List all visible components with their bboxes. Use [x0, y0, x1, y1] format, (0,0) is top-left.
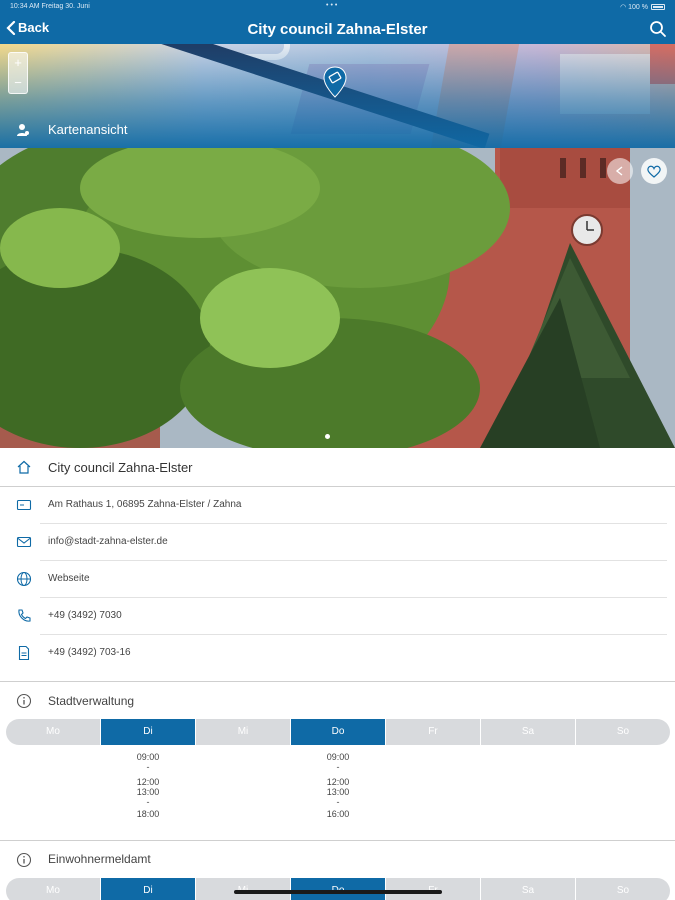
- map-pin-icon[interactable]: [322, 66, 348, 98]
- email-row[interactable]: info@stadt-zahna-elster.de: [0, 524, 675, 560]
- hours-line: -: [146, 797, 150, 807]
- day-tab-mi[interactable]: Mi: [196, 878, 291, 900]
- address-text: Am Rathaus 1, 06895 Zahna-Elster / Zahna: [48, 499, 242, 510]
- status-right: ◠ 100 %: [620, 3, 665, 11]
- info-icon: [16, 693, 32, 709]
- search-icon[interactable]: [649, 20, 667, 38]
- opening-hours-header: Stadtverwaltung: [0, 683, 675, 719]
- share-button[interactable]: [607, 158, 633, 184]
- heart-icon: [647, 165, 661, 178]
- battery-text: 100 %: [628, 4, 648, 11]
- fax-row[interactable]: +49 (3492) 703-16: [0, 635, 675, 671]
- email-link[interactable]: info@stadt-zahna-elster.de: [48, 536, 168, 547]
- share-icon: [615, 166, 623, 176]
- day-tab-mo[interactable]: Mo: [6, 719, 101, 745]
- zoom-out-button[interactable]: −: [9, 73, 27, 93]
- divider: [0, 840, 675, 841]
- fax-number[interactable]: +49 (3492) 703-16: [48, 647, 131, 658]
- section-title: Einwohnermeldamt: [48, 852, 151, 866]
- day-tab-mi[interactable]: Mi: [196, 719, 291, 745]
- place-name-row: City council Zahna-Elster: [0, 448, 675, 486]
- zoom-in-button[interactable]: +: [9, 53, 27, 73]
- wifi-icon: ◠: [620, 4, 627, 11]
- hours-line: 13:00: [326, 787, 350, 797]
- weekday-selector: Mo Di Mi Do Fr Sa So: [6, 719, 670, 745]
- hours-line: 09:00: [326, 752, 350, 762]
- status-time: 10:34 AM Freitag 30. Juni: [10, 3, 90, 10]
- day-tab-sa[interactable]: Sa: [481, 878, 576, 900]
- weekday-selector: Mo Di Mi Do Fr Sa So: [6, 878, 670, 900]
- address-card-icon: [16, 499, 32, 511]
- hours-line: -: [336, 762, 340, 772]
- hours-line: 12:00: [326, 777, 350, 787]
- status-bar: 10:34 AM Freitag 30. Juni ••• ◠ 100 %: [0, 0, 675, 14]
- day-tab-fr[interactable]: Fr: [386, 719, 481, 745]
- hours-line: -: [336, 797, 340, 807]
- info-icon: [16, 852, 32, 868]
- navigation-bar: 10:34 AM Freitag 30. Juni ••• ◠ 100 % Ba…: [0, 0, 675, 44]
- hours-line: 09:00: [136, 752, 160, 762]
- opening-hours-header: Einwohnermeldamt: [0, 842, 675, 876]
- multitask-dots: •••: [326, 2, 340, 9]
- hours-line: 18:00: [136, 809, 160, 819]
- globe-icon: [16, 571, 32, 587]
- phone-row[interactable]: +49 (3492) 7030: [0, 598, 675, 634]
- day-tab-do[interactable]: Do: [291, 878, 386, 900]
- day-tab-mo[interactable]: Mo: [6, 878, 101, 900]
- section-title: Stadtverwaltung: [48, 694, 135, 708]
- hours-line: 13:00: [136, 787, 160, 797]
- zoom-control[interactable]: + −: [8, 52, 28, 94]
- website-row[interactable]: Webseite: [0, 561, 675, 597]
- hours-line: 12:00: [136, 777, 160, 787]
- pager-dot: [325, 434, 330, 439]
- day-tab-so[interactable]: So: [576, 719, 670, 745]
- map-view-link[interactable]: Kartenansicht: [16, 122, 128, 137]
- day-tab-so[interactable]: So: [576, 878, 670, 900]
- home-icon: [17, 460, 31, 474]
- favorite-button[interactable]: [641, 158, 667, 184]
- page-title: City council Zahna-Elster: [247, 21, 428, 38]
- home-indicator[interactable]: [234, 890, 442, 894]
- photo-illustration: [0, 148, 675, 448]
- location-photo[interactable]: [0, 148, 675, 448]
- website-link[interactable]: Webseite: [48, 573, 90, 584]
- day-tab-di[interactable]: Di: [101, 719, 196, 745]
- mail-icon: [16, 536, 32, 548]
- person-map-icon: [17, 123, 29, 136]
- hours-line: -: [146, 762, 150, 772]
- hours-do: 09:00 - 12:00 13:00 - 16:00: [291, 752, 385, 819]
- phone-icon: [18, 609, 31, 622]
- fax-document-icon: [18, 645, 30, 661]
- map-view-label: Kartenansicht: [48, 122, 128, 137]
- hours-di: 09:00 - 12:00 13:00 - 18:00: [101, 752, 195, 819]
- divider: [0, 681, 675, 682]
- day-tab-sa[interactable]: Sa: [481, 719, 576, 745]
- phone-number[interactable]: +49 (3492) 7030: [48, 610, 122, 621]
- address-row[interactable]: Am Rathaus 1, 06895 Zahna-Elster / Zahna: [0, 487, 675, 523]
- battery-icon: [651, 4, 665, 11]
- day-tab-do[interactable]: Do: [291, 719, 386, 745]
- day-tab-di[interactable]: Di: [101, 878, 196, 900]
- place-name: City council Zahna-Elster: [48, 460, 193, 475]
- hours-line: 16:00: [326, 809, 350, 819]
- day-tab-fr[interactable]: Fr: [386, 878, 481, 900]
